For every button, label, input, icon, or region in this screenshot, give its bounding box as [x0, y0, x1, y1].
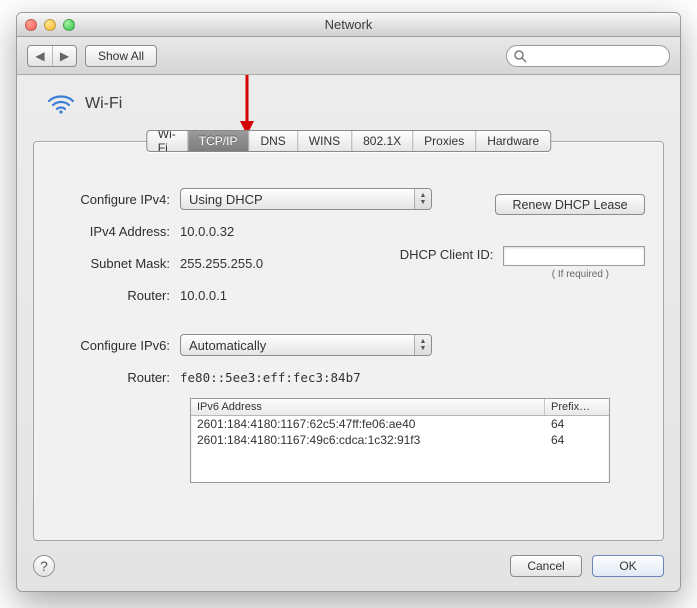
table-row[interactable]: 2601:184:4180:1167:49c6:cdca:1c32:91f364	[191, 432, 609, 448]
interface-heading: Wi-Fi	[47, 93, 664, 115]
configure-ipv4-select[interactable]: Using DHCP ▲▼	[180, 188, 432, 210]
show-all-button[interactable]: Show All	[85, 45, 157, 67]
window-title: Network	[17, 17, 680, 32]
search-field[interactable]	[506, 45, 670, 67]
help-button[interactable]: ?	[33, 555, 55, 577]
ok-button[interactable]: OK	[592, 555, 664, 577]
configure-ipv6-value: Automatically	[189, 338, 266, 353]
ipv4-router-value: 10.0.0.1	[180, 288, 227, 303]
toolbar: ◀ ▶ Show All	[17, 37, 680, 75]
tab-bar: Wi-FiTCP/IPDNSWINS802.1XProxiesHardware	[146, 130, 551, 152]
ipv4-router-label: Router:	[52, 288, 180, 303]
cell-ipv6-address: 2601:184:4180:1167:62c5:47ff:fe06:ae40	[191, 416, 545, 432]
tab-wins[interactable]: WINS	[297, 131, 351, 151]
cell-prefix: 64	[545, 416, 609, 432]
minimize-icon[interactable]	[44, 19, 56, 31]
subnet-mask-label: Subnet Mask:	[52, 256, 180, 271]
renew-dhcp-lease-button[interactable]: Renew DHCP Lease	[495, 194, 645, 215]
interface-name: Wi-Fi	[85, 95, 122, 113]
tab-tcp-ip[interactable]: TCP/IP	[187, 131, 249, 151]
subnet-mask-value: 255.255.255.0	[180, 256, 263, 271]
dhcp-client-id-label-2: DHCP Client ID:	[400, 247, 494, 262]
select-stepper-icon: ▲▼	[414, 189, 431, 209]
footer: ? Cancel OK	[17, 541, 680, 591]
col-ipv6-address[interactable]: IPv6 Address	[191, 399, 545, 415]
zoom-icon[interactable]	[63, 19, 75, 31]
network-preferences-window: Network ◀ ▶ Show All	[16, 12, 681, 592]
nav-back-forward: ◀ ▶	[27, 45, 77, 67]
if-required-note: ( If required )	[345, 269, 645, 280]
table-row[interactable]: 2601:184:4180:1167:62c5:47ff:fe06:ae4064	[191, 416, 609, 432]
settings-pane: Wi-FiTCP/IPDNSWINS802.1XProxiesHardware …	[33, 141, 664, 541]
table-header: IPv6 Address Prefix…	[191, 399, 609, 416]
configure-ipv4-label: Configure IPv4:	[52, 192, 180, 207]
titlebar: Network	[17, 13, 680, 37]
close-icon[interactable]	[25, 19, 37, 31]
tab-dns[interactable]: DNS	[248, 131, 296, 151]
select-stepper-icon: ▲▼	[414, 335, 431, 355]
search-input[interactable]	[531, 49, 663, 63]
configure-ipv4-value: Using DHCP	[189, 192, 263, 207]
ipv4-address-value: 10.0.0.32	[180, 224, 234, 239]
cancel-button[interactable]: Cancel	[510, 555, 582, 577]
cell-prefix: 64	[545, 432, 609, 448]
show-all-label: Show All	[98, 49, 144, 63]
tab-proxies[interactable]: Proxies	[412, 131, 475, 151]
cell-ipv6-address: 2601:184:4180:1167:49c6:cdca:1c32:91f3	[191, 432, 545, 448]
traffic-lights	[25, 19, 75, 31]
ok-label: OK	[619, 559, 636, 573]
ipv6-router-value: fe80::5ee3:eff:fec3:84b7	[180, 370, 361, 385]
tab-wi-fi[interactable]: Wi-Fi	[147, 131, 187, 151]
forward-button[interactable]: ▶	[52, 46, 76, 66]
dhcp-client-id-input-main[interactable]	[503, 246, 645, 266]
tab-hardware[interactable]: Hardware	[475, 131, 550, 151]
wifi-icon	[47, 93, 75, 115]
col-prefix[interactable]: Prefix…	[545, 399, 609, 415]
renew-dhcp-lease-label: Renew DHCP Lease	[512, 198, 627, 212]
cancel-label: Cancel	[527, 559, 564, 573]
back-button[interactable]: ◀	[28, 46, 52, 66]
ipv6-router-label: Router:	[52, 370, 180, 385]
configure-ipv6-label: Configure IPv6:	[52, 338, 180, 353]
ipv6-address-table[interactable]: IPv6 Address Prefix… 2601:184:4180:1167:…	[190, 398, 610, 483]
search-icon	[513, 49, 527, 63]
configure-ipv6-select[interactable]: Automatically ▲▼	[180, 334, 432, 356]
ipv4-address-label: IPv4 Address:	[52, 224, 180, 239]
tab-802-1x[interactable]: 802.1X	[351, 131, 412, 151]
